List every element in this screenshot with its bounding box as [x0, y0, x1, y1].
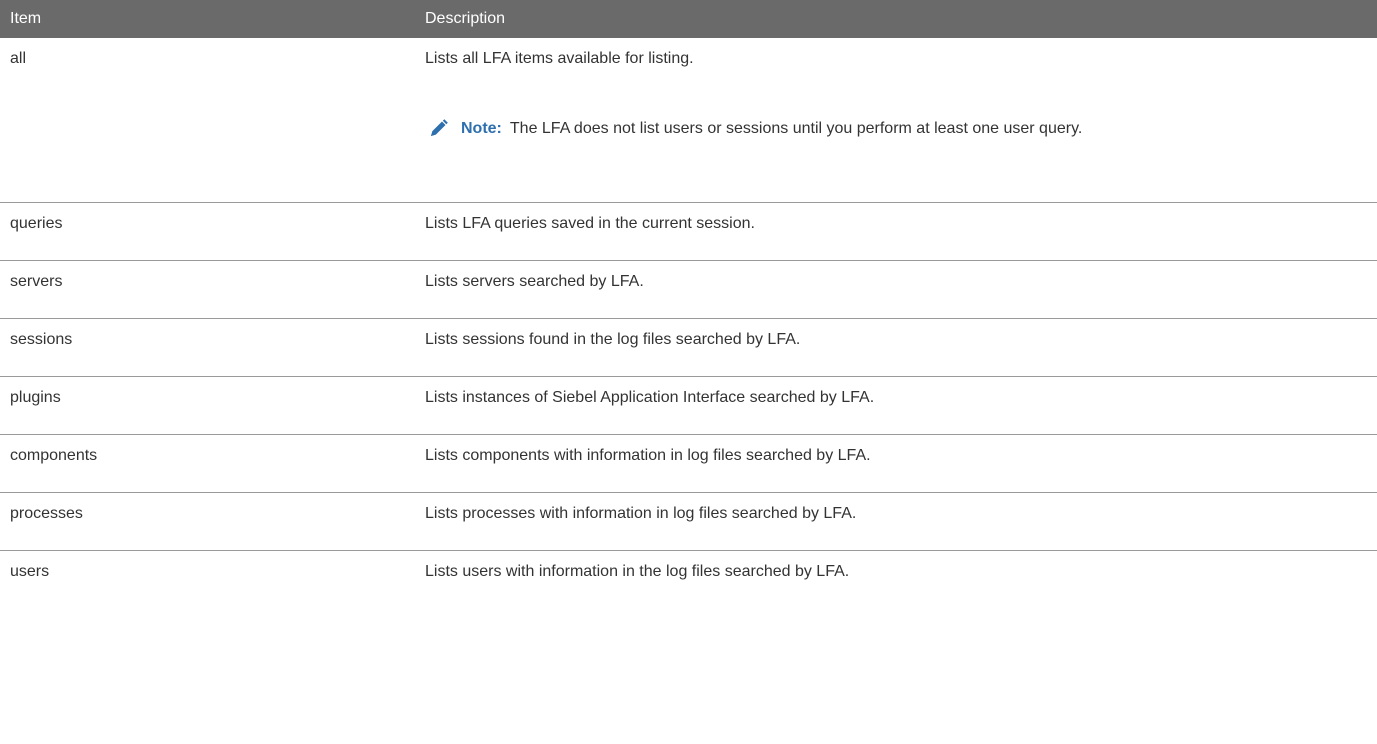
item-cell: processes — [0, 492, 415, 551]
item-cell: queries — [0, 202, 415, 261]
table-row: components Lists components with informa… — [0, 434, 1377, 493]
pencil-icon — [427, 118, 449, 140]
description-cell: Lists servers searched by LFA. — [415, 260, 1377, 319]
description-cell: Lists processes with information in log … — [415, 492, 1377, 551]
item-cell: plugins — [0, 376, 415, 435]
note-label: Note: — [461, 120, 502, 137]
item-cell: users — [10, 562, 50, 580]
header-description: Description — [415, 0, 1377, 38]
description-text: Lists all LFA items available for listin… — [425, 50, 694, 67]
item-cell: sessions — [0, 318, 415, 377]
lfa-list-items-table: Item Description all Lists all LFA items… — [0, 0, 1377, 608]
table-row: all Lists all LFA items available for li… — [0, 38, 1377, 203]
description-cell: Lists LFA queries saved in the current s… — [415, 202, 1377, 261]
item-cell: components — [0, 434, 415, 493]
table-row: sessions Lists sessions found in the log… — [0, 318, 1377, 377]
description-cell: Lists components with information in log… — [415, 434, 1377, 493]
description-cell: Lists sessions found in the log files se… — [415, 318, 1377, 377]
description-cell: Lists instances of Siebel Application In… — [415, 376, 1377, 435]
item-cell: all — [0, 38, 415, 203]
table-row: plugins Lists instances of Siebel Applic… — [0, 376, 1377, 435]
note-text: The LFA does not list users or sessions … — [509, 120, 1083, 137]
description-cell: Lists all LFA items available for listin… — [415, 38, 1377, 203]
table-row: servers Lists servers searched by LFA. — [0, 260, 1377, 319]
table-row: processes Lists processes with informati… — [0, 492, 1377, 551]
header-item: Item — [0, 0, 415, 38]
note-block: Note: The LFA does not list users or ses… — [427, 118, 1377, 140]
description-cell: Lists users with information in the log … — [425, 562, 850, 580]
table-header-row: Item Description — [0, 0, 1377, 38]
table-row: users Lists users with information in th… — [0, 550, 1377, 608]
item-cell: servers — [0, 260, 415, 319]
table-row: queries Lists LFA queries saved in the c… — [0, 202, 1377, 261]
